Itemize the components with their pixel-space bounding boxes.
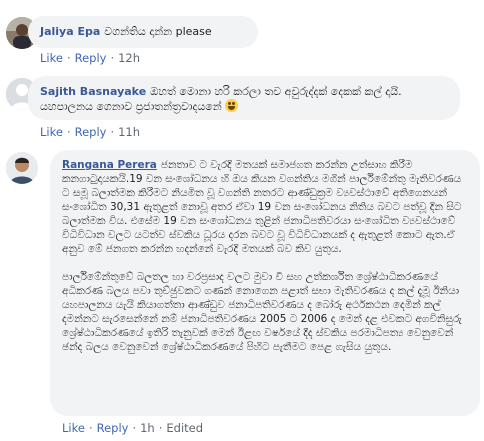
like-button[interactable]: Like xyxy=(40,51,63,65)
separator-dot: · xyxy=(66,51,71,65)
edited-label[interactable]: Edited xyxy=(166,421,203,435)
separator-dot: · xyxy=(132,421,137,435)
reply-button[interactable]: Reply xyxy=(75,125,107,139)
comment-text: ජනතාව ට වැරදි මතයක් සමාජගත කරන්න උත්සාහ … xyxy=(62,159,462,255)
comment-bubble: Jaliya Epa වගන්තිය දාන්න please xyxy=(28,16,258,48)
like-button[interactable]: Like xyxy=(62,421,85,435)
laughing-emoji-icon xyxy=(225,99,239,112)
comment-author[interactable]: Rangana Perera xyxy=(62,159,157,171)
comment-timestamp[interactable]: 12h xyxy=(118,51,140,65)
separator-dot: · xyxy=(110,125,115,139)
comment-bubble: Rangana Perera ජනතාව ට වැරදි මතයක් සමාජගත… xyxy=(50,150,480,416)
separator-dot: · xyxy=(88,421,93,435)
avatar[interactable] xyxy=(6,152,38,184)
comment-author[interactable]: Jaliya Epa xyxy=(40,25,100,38)
reply-button[interactable]: Reply xyxy=(75,51,107,65)
comment-actions: Like · Reply · 11h xyxy=(40,124,140,140)
comment-timestamp[interactable]: 11h xyxy=(118,125,140,139)
comment-actions: Like · Reply · 12h xyxy=(40,50,140,66)
like-button[interactable]: Like xyxy=(40,125,63,139)
comment-paragraph: Rangana Perera ජනතාව ට වැරදි මතයක් සමාජගත… xyxy=(62,158,468,256)
comment-paragraph: පාර්ලිමේන්තුවේ බලතල හා වරප්‍රසාද වලට මුව… xyxy=(62,271,462,353)
separator-dot: · xyxy=(66,125,71,139)
separator-dot: · xyxy=(158,421,163,435)
reply-button[interactable]: Reply xyxy=(97,421,129,435)
comment-author[interactable]: Sajith Basnayake xyxy=(40,85,146,98)
comment-text: වගන්තිය දාන්න please xyxy=(104,25,212,38)
profile-photo xyxy=(6,152,38,184)
comment-bubble: Sajith Basnayake ඔහත් මොනා හරි කරලා තව අව… xyxy=(28,76,460,120)
separator-dot: · xyxy=(110,51,115,65)
comment-actions: Like · Reply · 1h · Edited xyxy=(62,420,203,436)
comment-timestamp[interactable]: 1h xyxy=(140,421,155,435)
